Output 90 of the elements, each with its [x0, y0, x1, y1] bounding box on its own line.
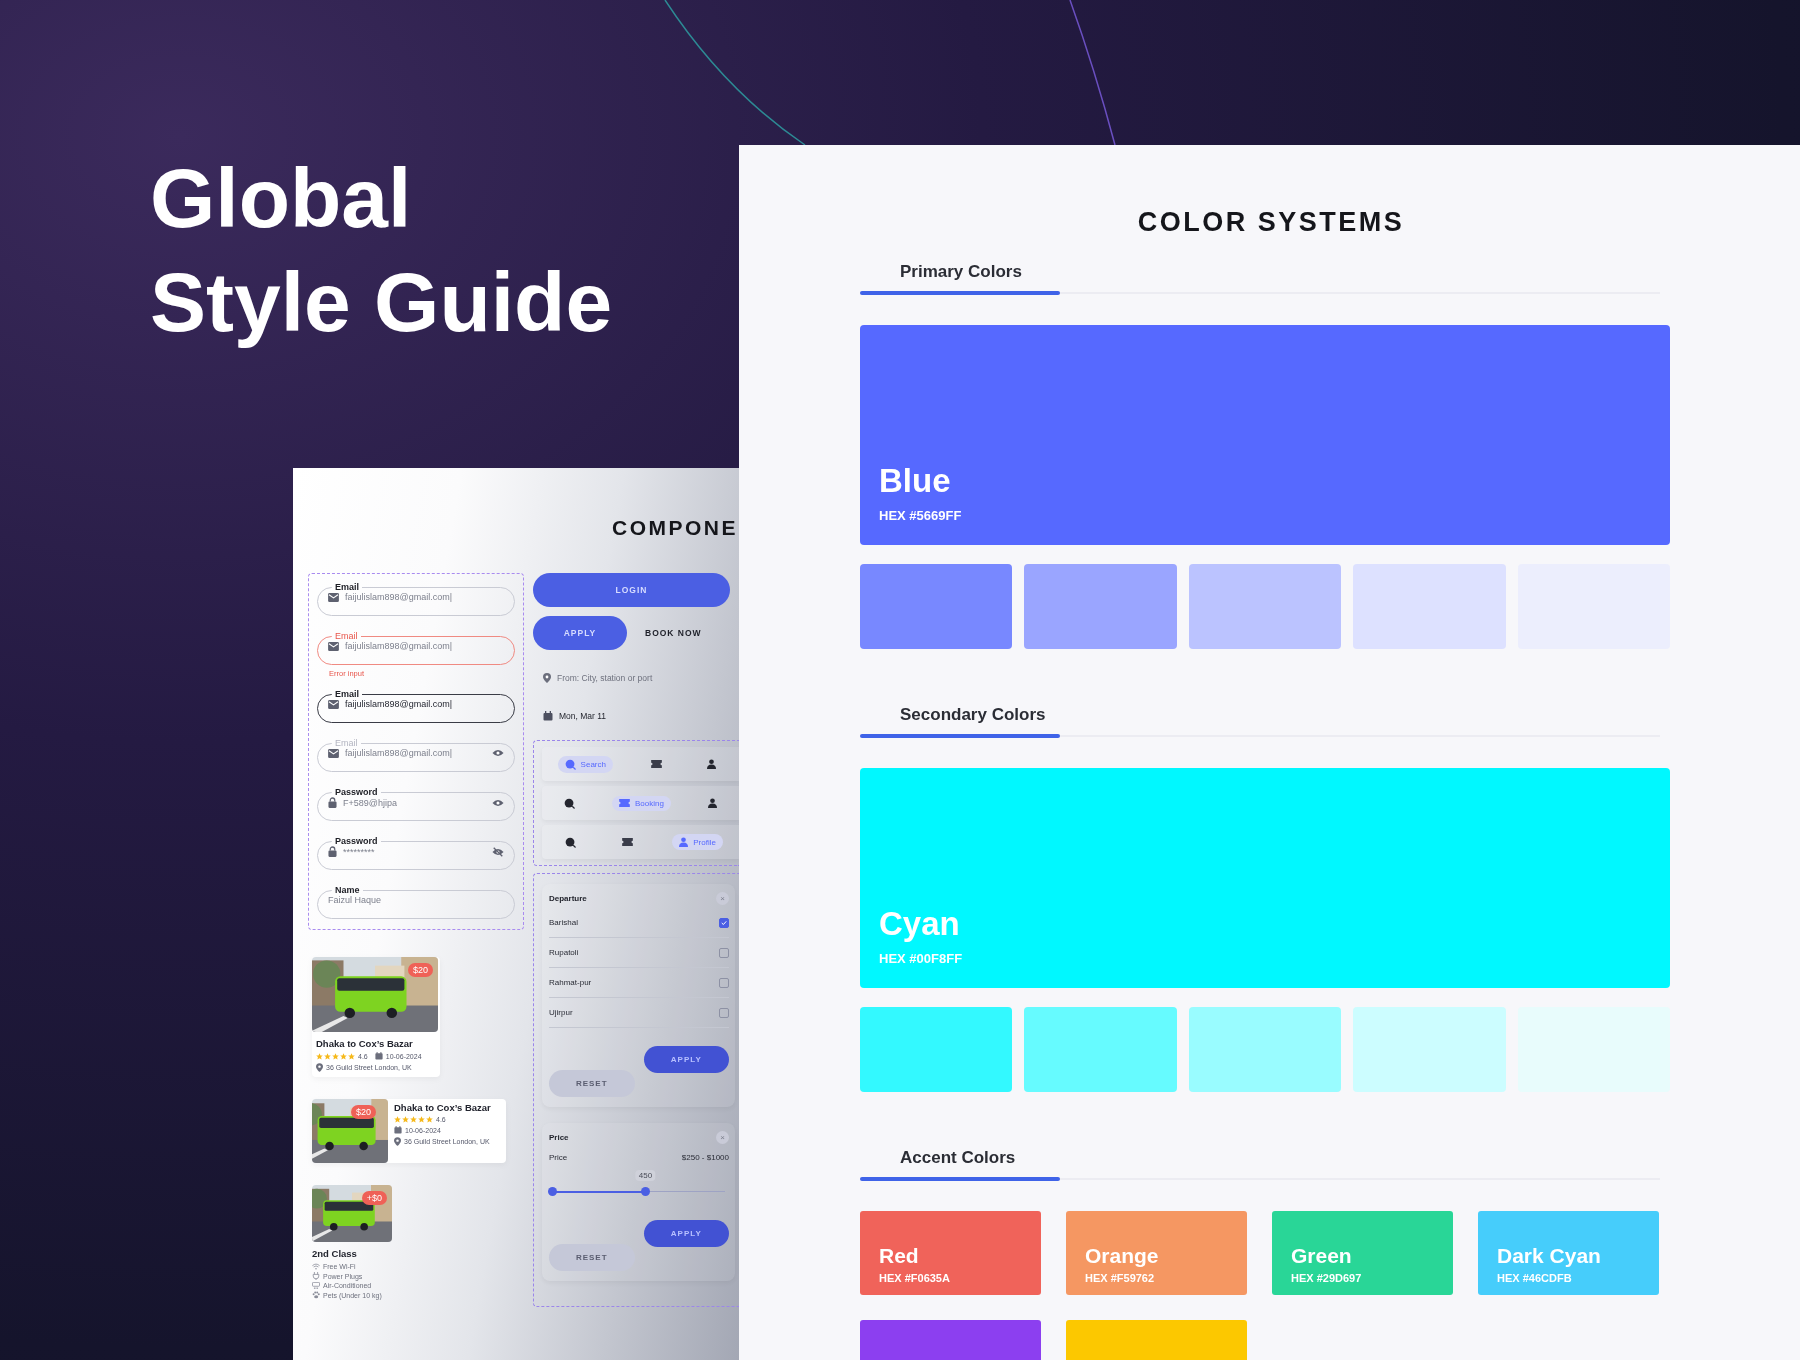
lock-icon [328, 797, 337, 808]
checkbox[interactable] [719, 947, 729, 958]
calendar-icon [374, 1052, 383, 1060]
hex-code: HEX #5669FF [879, 508, 963, 523]
checkbox[interactable] [719, 1007, 729, 1018]
location-pin-icon [316, 1063, 323, 1072]
field-value[interactable]: ********* [343, 846, 486, 857]
mail-icon [328, 699, 339, 709]
apply-button[interactable]: APPLY [643, 1220, 729, 1247]
option-label: Rahmat-pur [549, 978, 592, 987]
option-label: Ujirpur [549, 1008, 573, 1017]
color-name: Red [879, 1244, 920, 1268]
location-pin-icon [394, 1137, 401, 1146]
reset-button[interactable]: RESET [549, 1244, 635, 1271]
hex-code: HEX #46CDFB [1497, 1272, 1573, 1284]
login-button[interactable]: LOGIN [533, 573, 730, 607]
close-button[interactable]: × [716, 891, 729, 905]
filter-title: Departure [549, 893, 587, 903]
card-title: Dhaka to Cox’s Bazar [316, 1038, 414, 1049]
person-icon [707, 798, 717, 808]
field-value[interactable]: Faizul Haque [328, 895, 504, 905]
range-value: $250 - $1000 [681, 1152, 729, 1162]
option-label: Barishal [549, 918, 578, 927]
slider-tooltip: 450 [635, 1170, 656, 1181]
text-button[interactable]: BOOK NOW [631, 616, 716, 650]
person-icon [707, 759, 717, 769]
card-title: Dhaka to Cox’s Bazar [394, 1102, 491, 1113]
checkbox[interactable] [719, 917, 729, 928]
color-name: Orange [1085, 1244, 1160, 1268]
hex-code: HEX #F0635A [879, 1272, 951, 1284]
color-name: Blue [879, 462, 952, 500]
field-value[interactable]: faijulislam898@gmail.com| [345, 699, 504, 709]
mail-icon [328, 748, 339, 758]
search-icon [564, 758, 576, 770]
hex-code: HEX #F59762 [1085, 1272, 1156, 1284]
calendar-icon [543, 711, 553, 721]
apply-button[interactable]: APPLY [643, 1046, 729, 1073]
color-name: Cyan [879, 905, 961, 943]
slider-handle[interactable] [640, 1187, 650, 1196]
section-title: COMPONE [612, 516, 738, 541]
close-button[interactable]: × [716, 1130, 729, 1144]
field-value[interactable]: faijulislam898@gmail.com| [345, 641, 504, 651]
from-field[interactable]: From: City, station or port [557, 673, 727, 683]
mail-icon [328, 592, 339, 602]
card-title: 2nd Class [312, 1248, 358, 1259]
range-label: Price [549, 1152, 568, 1162]
field-label: Email [334, 582, 360, 592]
search-icon [565, 836, 577, 848]
page-heading: COLOR SYSTEMS [1136, 207, 1406, 238]
eye-off-icon[interactable] [492, 846, 504, 857]
field-label: Name [334, 885, 361, 895]
field-label: Email [334, 689, 360, 699]
hex-code: HEX #29D697 [1291, 1272, 1363, 1284]
hero-title: Global Style Guide [150, 150, 614, 351]
section-title: Accent Colors [899, 1148, 1017, 1168]
eye-icon[interactable] [492, 798, 504, 807]
person-icon [679, 837, 689, 847]
filter-title: Price [549, 1132, 569, 1142]
nav-item[interactable]: Search [557, 755, 613, 773]
ticket-icon [651, 760, 663, 768]
section-title: Secondary Colors [899, 705, 1047, 725]
ticket-icon [622, 838, 634, 846]
nav-item[interactable]: Profile [672, 834, 723, 850]
paw-icon [312, 1291, 320, 1299]
field-value[interactable]: F+589@hjipa [343, 797, 486, 808]
field-label: Email [334, 738, 359, 748]
date-field[interactable]: Mon, Mar 11 [559, 711, 729, 721]
reset-button[interactable]: RESET [549, 1070, 635, 1097]
field-label: Email [334, 631, 359, 641]
mail-icon [328, 641, 339, 651]
search-icon [564, 797, 575, 809]
plug-icon [312, 1272, 320, 1280]
option-label: Rupatoli [549, 948, 579, 957]
color-name: Dark Cyan [1497, 1244, 1602, 1268]
air-conditioner-icon [312, 1282, 320, 1289]
field-label: Password [334, 787, 379, 797]
hex-code: HEX #00F8FF [879, 951, 964, 966]
checkbox[interactable] [719, 977, 729, 988]
nav-item[interactable]: Booking [612, 795, 671, 811]
slider-handle[interactable] [547, 1187, 557, 1196]
lock-icon [328, 846, 337, 857]
location-pin-icon [543, 673, 551, 683]
apply-button[interactable]: APPLY [533, 616, 627, 650]
calendar-icon [394, 1126, 402, 1134]
wifi-icon [312, 1263, 320, 1270]
field-label: Password [334, 836, 379, 846]
ticket-icon [619, 799, 630, 807]
section-title: Primary Colors [899, 262, 1023, 282]
field-value[interactable]: faijulislam898@gmail.com| [345, 592, 504, 602]
color-name: Green [1291, 1244, 1353, 1268]
